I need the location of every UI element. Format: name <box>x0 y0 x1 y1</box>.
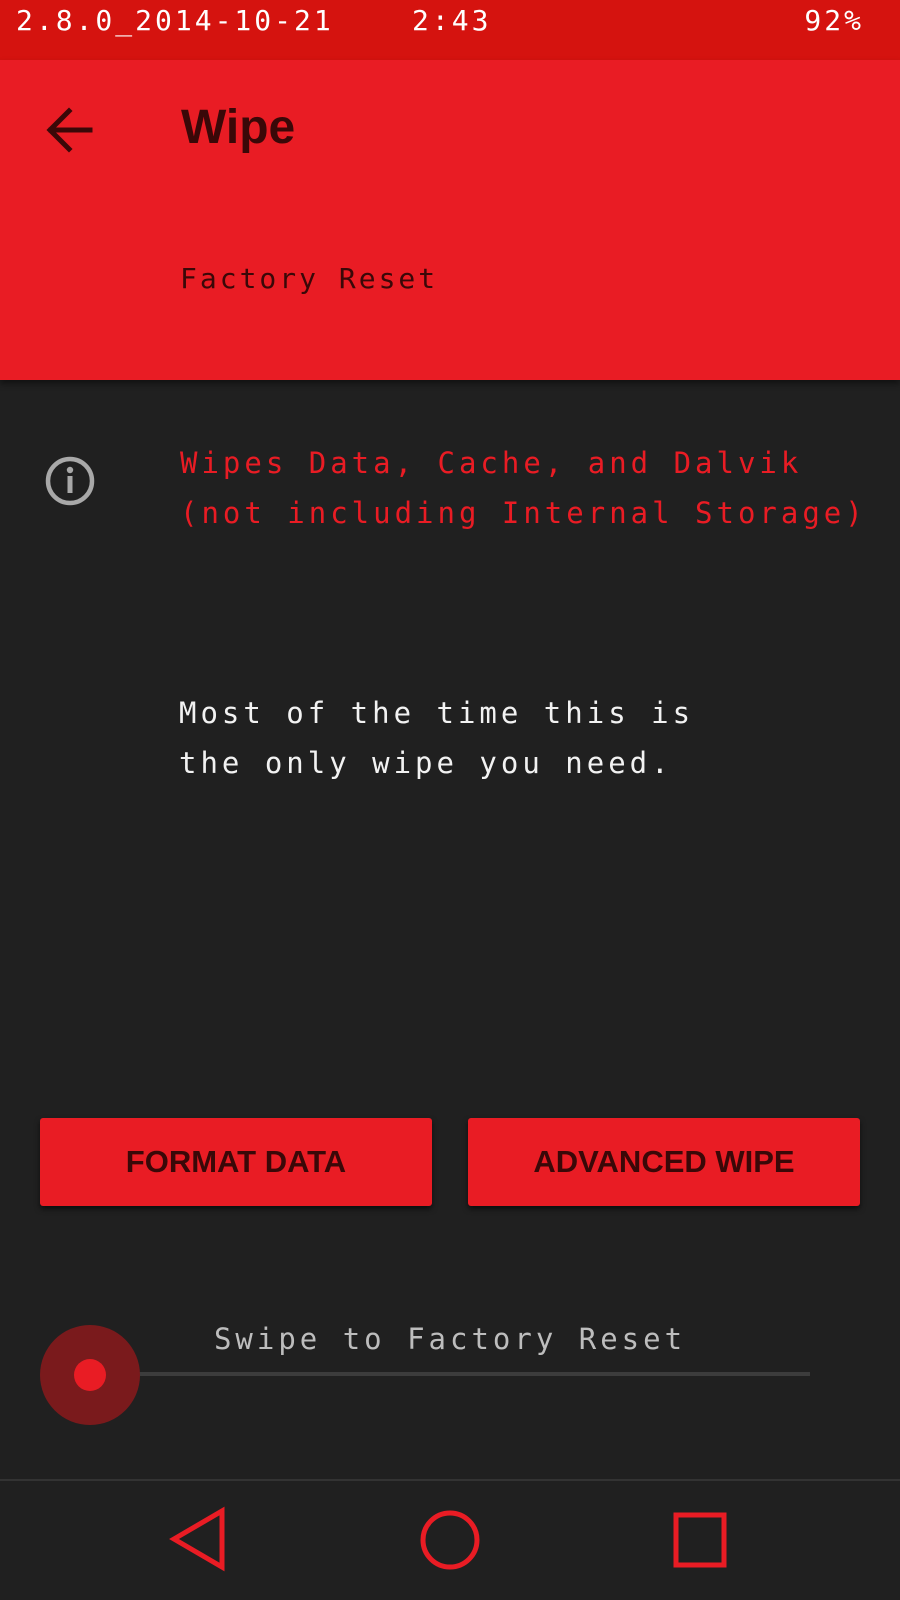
swipe-label: Swipe to Factory Reset <box>213 1322 687 1356</box>
circle-home-icon <box>420 1510 480 1570</box>
description-line2: the only wipe you need. <box>179 746 673 780</box>
square-recent-icon <box>673 1512 727 1568</box>
info-text-line2: (not including Internal Storage) <box>180 496 867 530</box>
nav-divider <box>0 1479 900 1481</box>
arrow-left-icon <box>46 107 93 153</box>
clock-text: 2:43 <box>412 4 492 37</box>
header: Wipe Factory Reset <box>0 60 900 380</box>
status-bar: 2.8.0_2014-10-21 2:43 92% <box>0 0 900 60</box>
nav-back-button[interactable] <box>160 1505 240 1575</box>
swipe-track[interactable] <box>90 1372 810 1376</box>
version-text: 2.8.0_2014-10-21 <box>16 4 334 37</box>
advanced-wipe-button[interactable]: ADVANCED WIPE <box>468 1118 860 1206</box>
info-icon <box>45 456 95 506</box>
description-line1: Most of the time this is <box>179 696 695 730</box>
swipe-handle-dot <box>74 1359 106 1391</box>
info-text-line1: Wipes Data, Cache, and Dalvik <box>180 446 803 480</box>
back-button[interactable] <box>34 96 106 168</box>
page-title: Wipe <box>181 101 296 154</box>
battery-text: 92% <box>804 4 864 37</box>
triangle-back-icon <box>169 1506 225 1572</box>
nav-recent-button[interactable] <box>660 1505 740 1575</box>
page-subtitle: Factory Reset <box>180 262 439 295</box>
swipe-handle[interactable] <box>40 1325 140 1425</box>
nav-home-button[interactable] <box>410 1505 490 1575</box>
format-data-button[interactable]: FORMAT DATA <box>40 1118 432 1206</box>
